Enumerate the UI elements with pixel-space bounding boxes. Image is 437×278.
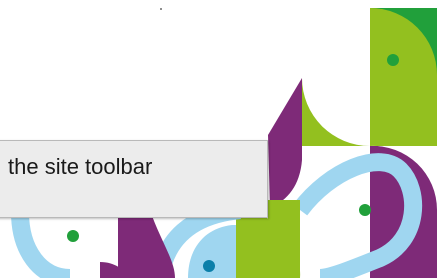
green-dot-top xyxy=(387,54,399,66)
decorative-background-art xyxy=(11,8,437,278)
tooltip-text: the site toolbar xyxy=(8,154,153,179)
green-dot-left xyxy=(67,230,79,242)
tooltip: the site toolbar xyxy=(0,140,268,218)
speck xyxy=(160,8,162,10)
green-dot-center xyxy=(359,204,371,216)
lime-half-disc xyxy=(302,78,370,146)
lime-band-bottom xyxy=(268,200,300,278)
teal-dot xyxy=(203,260,215,272)
purple-shape-center xyxy=(268,78,302,208)
